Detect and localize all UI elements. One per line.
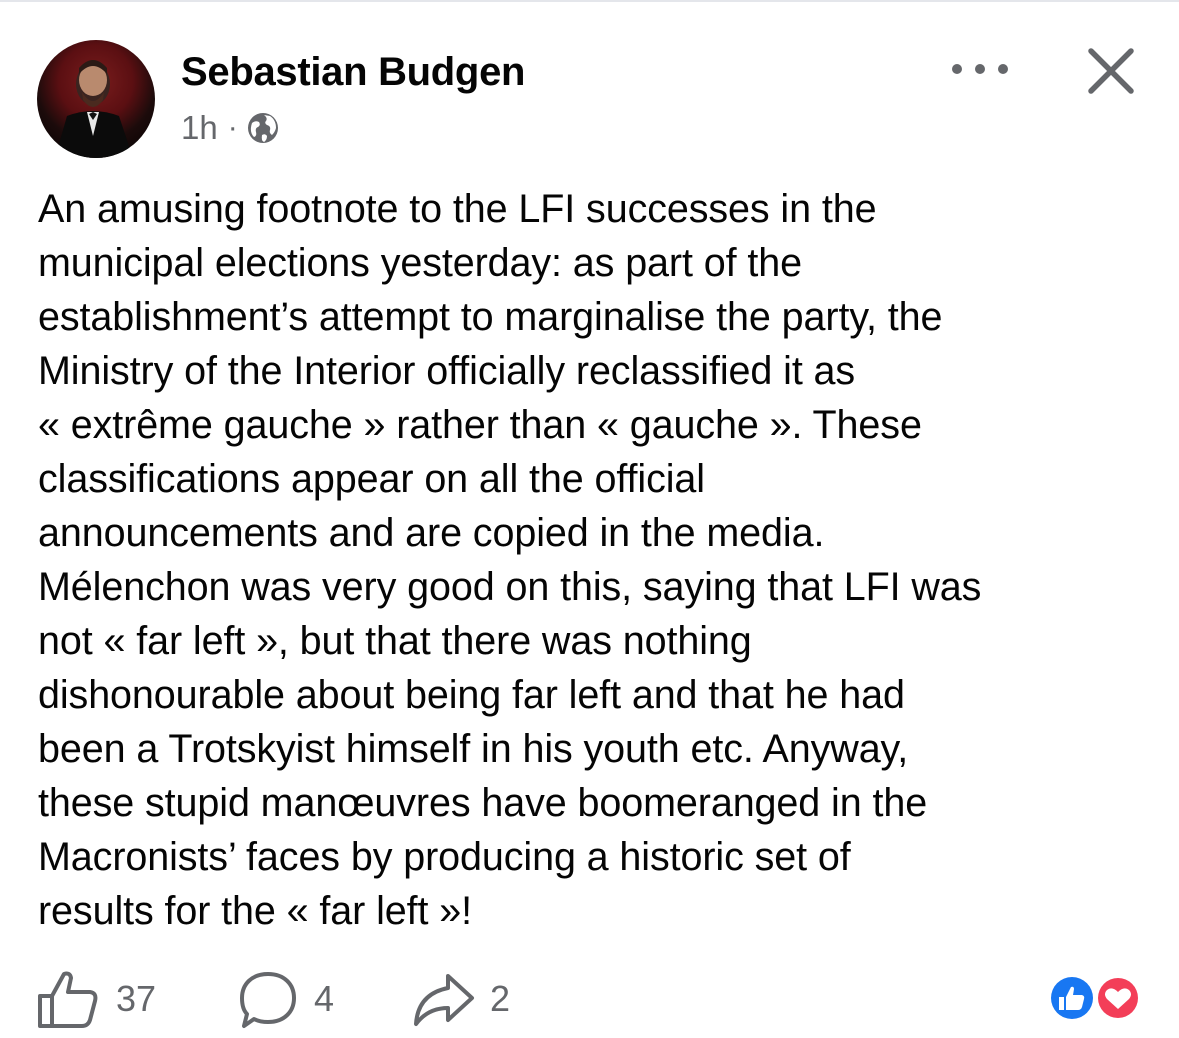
post-text-line: Mélenchon was very good on this, saying …	[38, 565, 982, 609]
like-reaction-icon	[1048, 974, 1096, 1022]
more-dot	[975, 64, 985, 74]
more-dot	[998, 64, 1008, 74]
globe-icon[interactable]	[246, 111, 280, 145]
post-text-line: dishonourable about being far left and t…	[38, 673, 905, 717]
top-divider	[0, 0, 1179, 2]
reactions-summary[interactable]	[1046, 972, 1146, 1024]
post-text-line: results for the « far left »!	[38, 889, 472, 933]
share-button[interactable]: 2	[410, 960, 510, 1038]
action-bar: 37 4 2	[0, 960, 1179, 1038]
meta-separator: ·	[227, 111, 238, 144]
post-text-line: these stupid manœuvres have boomeranged …	[38, 781, 928, 825]
like-button[interactable]: 37	[36, 960, 156, 1038]
post-text-line: An amusing footnote to the LFI successes…	[38, 187, 877, 231]
thumbs-up-icon	[38, 971, 98, 1028]
post-text-line: municipal elections yesterday: as part o…	[38, 241, 802, 285]
comment-icon	[240, 972, 296, 1028]
comment-button[interactable]: 4	[236, 960, 334, 1038]
post-text-line: Ministry of the Interior officially recl…	[38, 349, 856, 393]
post-text-line: Macronists’ faces by producing a histori…	[38, 835, 851, 879]
avatar[interactable]	[37, 40, 155, 158]
post-text: An amusing footnote to the LFI successes…	[38, 182, 1153, 938]
share-icon	[414, 974, 474, 1026]
post-timestamp[interactable]: 1h	[181, 109, 218, 147]
post-text-line: « extrême gauche » rather than « gauche …	[38, 403, 922, 447]
more-dot	[952, 64, 962, 74]
more-options-icon[interactable]	[952, 52, 1008, 86]
post-text-line: not « far left », but that there was not…	[38, 619, 752, 663]
close-icon[interactable]	[1084, 44, 1138, 98]
author-name[interactable]: Sebastian Budgen	[181, 50, 525, 95]
post-meta: 1h ·	[181, 108, 280, 148]
share-count: 2	[490, 978, 511, 1019]
like-count: 37	[116, 978, 157, 1019]
avatar-portrait	[55, 60, 133, 158]
post-text-line: classifications appear on all the offici…	[38, 457, 705, 501]
post-text-line: been a Trotskyist himself in his youth e…	[38, 727, 909, 771]
love-reaction-icon	[1095, 975, 1141, 1021]
post-text-line: establishment’s attempt to marginalise t…	[38, 295, 943, 339]
comment-count: 4	[314, 978, 335, 1019]
post-text-line: announcements and are copied in the medi…	[38, 511, 825, 555]
